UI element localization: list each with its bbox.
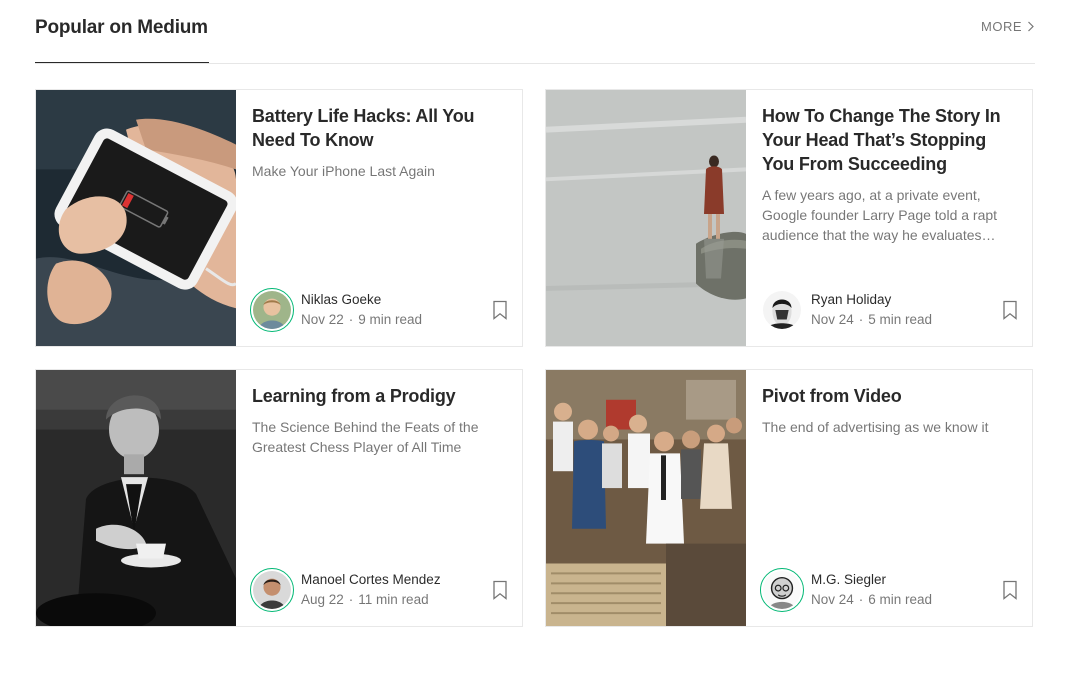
avatar[interactable] bbox=[760, 288, 804, 332]
woman-standing-by-lake-photo bbox=[546, 90, 746, 346]
post-footer: Manoel Cortes Mendez Aug 22 · 11 min read bbox=[250, 566, 508, 614]
author-name[interactable]: Manoel Cortes Mendez bbox=[301, 572, 441, 587]
post-subtitle[interactable]: Make Your iPhone Last Again bbox=[252, 161, 506, 181]
post-image-video[interactable] bbox=[546, 370, 746, 626]
read-time: 11 min read bbox=[358, 592, 429, 607]
avatar[interactable] bbox=[760, 568, 804, 612]
header-divider bbox=[35, 63, 1035, 64]
post-card[interactable]: Battery Life Hacks: All You Need To Know… bbox=[35, 89, 523, 347]
bookmark-button[interactable] bbox=[492, 580, 508, 600]
read-time: 6 min read bbox=[868, 592, 933, 607]
post-subtitle[interactable]: The end of advertising as we know it bbox=[762, 417, 1016, 437]
author-avatar-image bbox=[253, 291, 291, 329]
section-title: Popular on Medium bbox=[35, 17, 208, 38]
bookmark-button[interactable] bbox=[1002, 300, 1018, 320]
people-watching-tv-vintage-photo bbox=[546, 370, 746, 626]
more-link[interactable]: MORE bbox=[981, 19, 1035, 34]
bookmark-icon bbox=[1003, 300, 1017, 320]
post-card[interactable]: How To Change The Story In Your Head Tha… bbox=[545, 89, 1033, 347]
post-card[interactable]: Learning from a Prodigy The Science Behi… bbox=[35, 369, 523, 627]
avatar[interactable] bbox=[250, 568, 294, 612]
author-avatar-image bbox=[763, 571, 801, 609]
post-title[interactable]: Learning from a Prodigy bbox=[252, 384, 506, 408]
post-meta: Nov 24 · 5 min read bbox=[811, 312, 933, 327]
author-avatar-image bbox=[763, 291, 801, 329]
post-card-body: Pivot from Video The end of advertising … bbox=[746, 370, 1032, 626]
chevron-right-icon bbox=[1028, 21, 1034, 32]
phone-low-battery-photo bbox=[36, 90, 236, 346]
post-card[interactable]: Pivot from Video The end of advertising … bbox=[545, 369, 1033, 627]
post-date: Nov 24 bbox=[811, 312, 854, 327]
post-image-lake[interactable] bbox=[546, 90, 746, 346]
bookmark-icon bbox=[493, 580, 507, 600]
author-name[interactable]: Niklas Goeke bbox=[301, 292, 381, 307]
more-label: MORE bbox=[981, 19, 1022, 34]
read-time: 5 min read bbox=[868, 312, 933, 327]
post-card-body: Learning from a Prodigy The Science Behi… bbox=[236, 370, 522, 626]
post-card-body: How To Change The Story In Your Head Tha… bbox=[746, 90, 1032, 346]
author-avatar-image bbox=[253, 571, 291, 609]
post-meta: Aug 22 · 11 min read bbox=[301, 592, 429, 607]
post-footer: M.G. Siegler Nov 24 · 6 min read bbox=[760, 566, 1018, 614]
post-date: Nov 22 bbox=[301, 312, 344, 327]
bookmark-button[interactable] bbox=[492, 300, 508, 320]
post-footer: Niklas Goeke Nov 22 · 9 min read bbox=[250, 286, 508, 334]
read-time: 9 min read bbox=[358, 312, 423, 327]
post-meta: Nov 24 · 6 min read bbox=[811, 592, 933, 607]
author-name[interactable]: M.G. Siegler bbox=[811, 572, 886, 587]
young-man-black-and-white-photo bbox=[36, 370, 236, 626]
post-image-phone-battery[interactable] bbox=[36, 90, 236, 346]
post-date: Nov 24 bbox=[811, 592, 854, 607]
bookmark-icon bbox=[493, 300, 507, 320]
section-header: Popular on Medium MORE bbox=[35, 0, 1035, 64]
header-divider-accent bbox=[35, 62, 209, 63]
post-title[interactable]: How To Change The Story In Your Head Tha… bbox=[762, 104, 1016, 176]
post-title[interactable]: Pivot from Video bbox=[762, 384, 1016, 408]
avatar[interactable] bbox=[250, 288, 294, 332]
bookmark-icon bbox=[1003, 580, 1017, 600]
bookmark-button[interactable] bbox=[1002, 580, 1018, 600]
post-date: Aug 22 bbox=[301, 592, 344, 607]
post-image-prodigy[interactable] bbox=[36, 370, 236, 626]
post-footer: Ryan Holiday Nov 24 · 5 min read bbox=[760, 286, 1018, 334]
author-name[interactable]: Ryan Holiday bbox=[811, 292, 891, 307]
post-subtitle[interactable]: A few years ago, at a private event, Goo… bbox=[762, 185, 1016, 245]
post-card-body: Battery Life Hacks: All You Need To Know… bbox=[236, 90, 522, 346]
post-meta: Nov 22 · 9 min read bbox=[301, 312, 423, 327]
post-title[interactable]: Battery Life Hacks: All You Need To Know bbox=[252, 104, 506, 152]
post-subtitle[interactable]: The Science Behind the Feats of the Grea… bbox=[252, 417, 506, 457]
